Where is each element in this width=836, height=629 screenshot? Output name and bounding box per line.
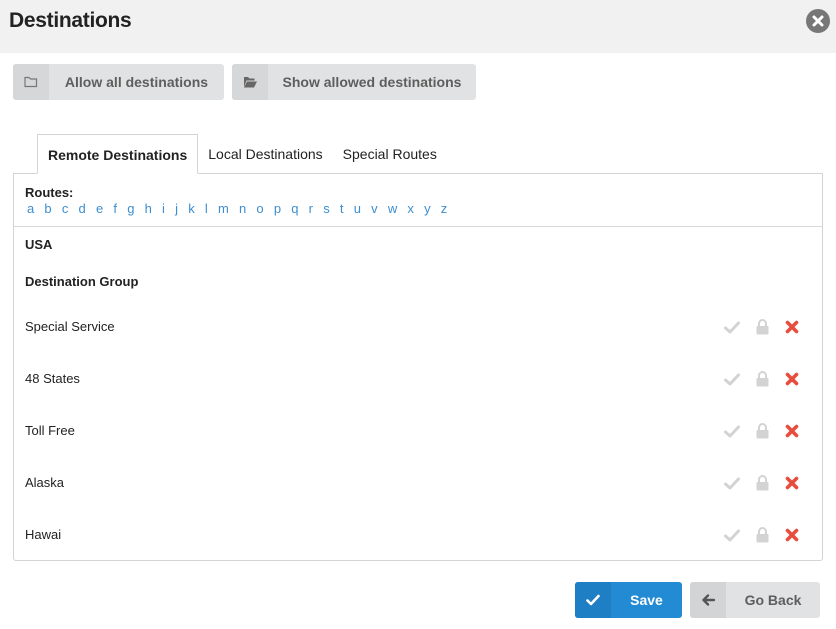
close-icon [812, 15, 824, 27]
destination-name: Hawai [25, 527, 62, 542]
row-actions [717, 525, 807, 545]
dialog-header: Destinations [0, 0, 836, 53]
tab-panel: Routes: abcdefghijklmnopqrstuvwxyz USA D… [13, 173, 823, 561]
times-icon [785, 424, 799, 438]
allow-button[interactable] [717, 473, 747, 493]
lock-icon [756, 423, 768, 439]
lock-icon [756, 319, 768, 335]
row-actions [717, 421, 807, 441]
destination-name: 48 States [25, 371, 80, 386]
lock-button[interactable] [747, 525, 777, 545]
route-letter-link[interactable]: h [145, 201, 152, 216]
row-actions [717, 369, 807, 389]
save-label: Save [630, 592, 663, 608]
close-button[interactable] [806, 9, 830, 33]
country-heading: USA [25, 237, 53, 252]
check-icon [575, 582, 611, 618]
routes-label: Routes: [25, 185, 74, 200]
deny-button[interactable] [777, 317, 807, 337]
route-letter-link[interactable]: l [205, 201, 208, 216]
tab-remote-destinations[interactable]: Remote Destinations [37, 134, 199, 174]
route-letter-index: abcdefghijklmnopqrstuvwxyz [27, 201, 457, 216]
destination-row: Hawai [14, 509, 822, 561]
route-letter-link[interactable]: q [291, 201, 298, 216]
destination-row: 48 States [14, 353, 822, 405]
row-actions [717, 473, 807, 493]
destination-row: Toll Free [14, 405, 822, 457]
check-icon [724, 477, 740, 489]
destination-row: Special Service [14, 301, 822, 353]
allow-button[interactable] [717, 525, 747, 545]
route-letter-link[interactable]: g [127, 201, 134, 216]
folder-open-icon [232, 64, 268, 100]
route-letter-link[interactable]: m [218, 201, 229, 216]
route-letter-link[interactable]: f [113, 201, 117, 216]
deny-button[interactable] [777, 525, 807, 545]
times-icon [785, 528, 799, 542]
destination-row: Alaska [14, 457, 822, 509]
allow-button[interactable] [717, 421, 747, 441]
times-icon [785, 476, 799, 490]
check-icon [724, 321, 740, 333]
arrow-left-icon [690, 582, 726, 618]
route-letter-link[interactable]: d [79, 201, 86, 216]
divider [14, 226, 822, 227]
lock-icon [756, 371, 768, 387]
destination-name: Alaska [25, 475, 65, 490]
tab-special-routes[interactable]: Special Routes [333, 134, 447, 174]
route-letter-link[interactable]: u [354, 201, 361, 216]
lock-icon [756, 475, 768, 491]
row-actions [717, 317, 807, 337]
destination-tabs: Remote Destinations Local Destinations S… [37, 134, 447, 174]
route-letter-link[interactable]: s [323, 201, 330, 216]
save-button[interactable]: Save [575, 582, 682, 618]
check-icon [724, 529, 740, 541]
folder-outline-icon [13, 64, 49, 100]
route-letter-link[interactable]: i [162, 201, 165, 216]
allow-button[interactable] [717, 317, 747, 337]
times-icon [785, 372, 799, 386]
times-icon [785, 320, 799, 334]
route-letter-link[interactable]: p [274, 201, 281, 216]
lock-button[interactable] [747, 369, 777, 389]
route-letter-link[interactable]: c [62, 201, 69, 216]
route-letter-link[interactable]: e [96, 201, 103, 216]
route-letter-link[interactable]: j [175, 201, 178, 216]
route-letter-link[interactable]: y [424, 201, 431, 216]
lock-icon [756, 527, 768, 543]
go-back-label: Go Back [744, 592, 802, 608]
deny-button[interactable] [777, 421, 807, 441]
show-allowed-destinations-label: Show allowed destinations [282, 74, 462, 90]
route-letter-link[interactable]: a [27, 201, 34, 216]
check-icon [724, 425, 740, 437]
lock-button[interactable] [747, 473, 777, 493]
route-letter-link[interactable]: w [388, 201, 397, 216]
destination-name: Special Service [25, 319, 115, 334]
route-letter-link[interactable]: k [188, 201, 195, 216]
allow-all-destinations-button[interactable]: Allow all destinations [13, 64, 224, 100]
allow-button[interactable] [717, 369, 747, 389]
route-letter-link[interactable]: r [309, 201, 313, 216]
route-letter-link[interactable]: z [441, 201, 448, 216]
lock-button[interactable] [747, 317, 777, 337]
show-allowed-destinations-button[interactable]: Show allowed destinations [232, 64, 476, 100]
dialog-title: Destinations [9, 9, 132, 32]
route-letter-link[interactable]: o [256, 201, 263, 216]
check-icon [724, 373, 740, 385]
route-letter-link[interactable]: b [44, 201, 51, 216]
route-letter-link[interactable]: t [340, 201, 344, 216]
route-letter-link[interactable]: x [407, 201, 414, 216]
destination-name: Toll Free [25, 423, 75, 438]
route-letter-link[interactable]: v [371, 201, 378, 216]
tab-local-destinations[interactable]: Local Destinations [198, 134, 332, 174]
destination-group-header: Destination Group [25, 274, 139, 289]
allow-all-destinations-label: Allow all destinations [64, 74, 209, 90]
route-letter-link[interactable]: n [239, 201, 246, 216]
deny-button[interactable] [777, 473, 807, 493]
go-back-button[interactable]: Go Back [690, 582, 820, 618]
deny-button[interactable] [777, 369, 807, 389]
lock-button[interactable] [747, 421, 777, 441]
